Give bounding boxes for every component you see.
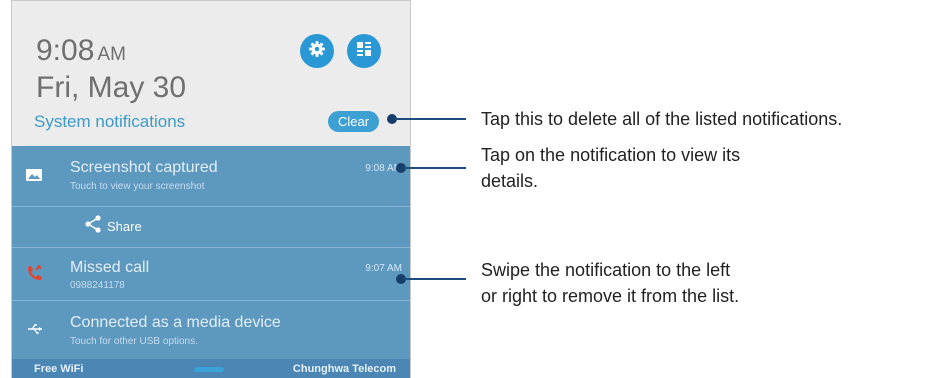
quick-settings-icon: [355, 40, 373, 63]
callout-line-clear: [395, 118, 466, 120]
notification-title: Missed call: [70, 259, 150, 276]
settings-button[interactable]: [300, 34, 334, 68]
divider: [12, 206, 410, 207]
notification-title: Connected as a media device: [70, 314, 281, 331]
carrier-label: Chunghwa Telecom: [292, 363, 396, 375]
share-label[interactable]: Share: [107, 219, 142, 234]
notification-subtitle: 0988241178: [70, 280, 125, 291]
clock-ampm: AM: [97, 44, 126, 65]
notification-time: 9:07 AM: [365, 263, 402, 274]
settings-icon: [308, 40, 326, 63]
clock-time: 9:08 AM: [36, 34, 126, 67]
notification-header: 9:08 AM Fri, May 30 System notifications…: [12, 1, 410, 146]
wifi-network-label: Free WiFi: [34, 363, 84, 375]
notification-title: Screenshot captured: [70, 159, 218, 176]
clear-button[interactable]: Clear: [328, 111, 379, 132]
status-bar: Free WiFi Chunghwa Telecom: [12, 359, 410, 378]
notification-usb[interactable]: Connected as a media device Touch for ot…: [12, 301, 410, 359]
callout-line-swipe: [404, 278, 466, 280]
system-notifications-label[interactable]: System notifications: [34, 112, 185, 132]
annotation-swipe-line1: Swipe the notification to the left: [481, 260, 731, 280]
notification-subtitle: Touch for other USB options.: [70, 336, 198, 347]
annotation-view-line1: Tap on the notification to view its: [481, 145, 741, 165]
clock-date: Fri, May 30: [36, 71, 187, 104]
annotation-swipe-line2: or right to remove it from the list.: [481, 286, 740, 306]
image-icon: [25, 168, 43, 187]
notification-panel: 9:08 AM Fri, May 30 System notifications…: [11, 0, 411, 378]
callout-line-view: [404, 167, 466, 169]
annotation-view-line2: details.: [481, 171, 539, 191]
missed-call-icon: [25, 263, 45, 288]
notification-subtitle: Touch to view your screenshot: [70, 181, 205, 192]
notification-missed-call[interactable]: Missed call 0988241178 9:07 AM: [12, 248, 410, 300]
notification-screenshot[interactable]: Screenshot captured Touch to view your s…: [12, 146, 410, 206]
annotation-clear: Tap this to delete all of the listed not…: [481, 109, 843, 129]
share-icon: [84, 215, 102, 238]
drag-handle[interactable]: [194, 367, 224, 372]
quick-settings-button[interactable]: [347, 34, 381, 68]
usb-icon: [27, 322, 43, 340]
